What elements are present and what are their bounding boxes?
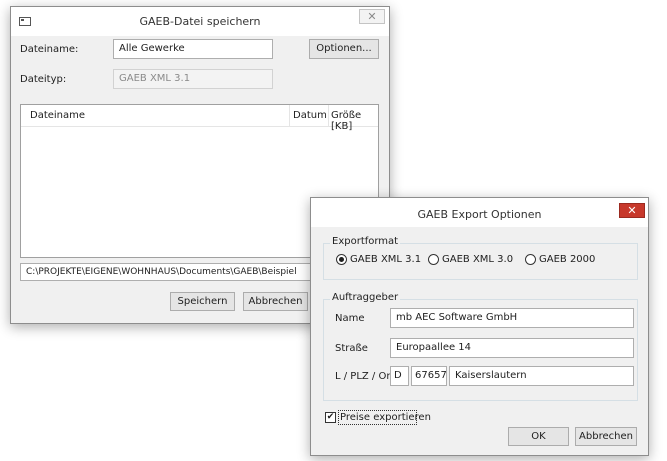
cancel-button[interactable]: Abbrechen [243,292,308,311]
column-header-filename[interactable]: Dateiname [30,110,85,121]
export-dialog-close-button[interactable]: ✕ [619,203,645,218]
radio-gaeb-2000[interactable]: GAEB 2000 [525,254,595,265]
radio-label: GAEB 2000 [539,254,596,265]
export-dialog-titlebar: GAEB Export Optionen ✕ [311,198,648,227]
export-cancel-button[interactable]: Abbrechen [575,427,637,446]
column-divider [289,105,290,126]
save-dialog-close-button[interactable]: ✕ [359,9,385,24]
radio-gaeb-xml-31[interactable]: GAEB XML 3.1 [336,254,421,265]
column-divider [328,105,329,126]
radio-gaeb-xml-30[interactable]: GAEB XML 3.0 [428,254,513,265]
radio-label: GAEB XML 3.1 [350,254,422,265]
radio-label: GAEB XML 3.0 [442,254,514,265]
radio-selected-icon [336,254,347,265]
filename-label: Dateiname: [20,44,79,55]
street-label: Straße [335,343,368,354]
client-group-title: Auftraggeber [330,292,401,303]
street-input[interactable]: Europaallee 14 [390,338,634,358]
filetype-label: Dateityp: [20,74,67,85]
save-dialog-title: GAEB-Datei speichern [139,15,261,28]
filetype-select[interactable]: GAEB XML 3.1 [113,69,273,89]
export-options-dialog: GAEB Export Optionen ✕ Exportformat GAEB… [310,197,649,456]
options-button[interactable]: Optionen... [309,39,379,59]
radio-unselected-icon [525,254,536,265]
export-format-group-title: Exportformat [330,236,401,247]
file-list-header: Dateiname Datum Größe [KB] [21,105,378,132]
export-dialog-title: GAEB Export Optionen [417,208,542,221]
save-button[interactable]: Speichern [170,292,235,311]
location-label: L / PLZ / Ort [335,371,395,382]
filename-input[interactable]: Alle Gewerke [113,39,273,59]
zip-input[interactable]: 67657 [411,366,447,386]
name-label: Name [335,313,365,324]
save-dialog-titlebar: GAEB-Datei speichern ✕ [11,7,389,36]
export-prices-checkbox[interactable]: ✔ [325,412,336,423]
column-header-size[interactable]: Größe [KB] [331,110,378,132]
ok-button[interactable]: OK [508,427,569,446]
name-input[interactable]: mb AEC Software GmbH [390,308,634,328]
column-header-date[interactable]: Datum [293,110,327,121]
radio-unselected-icon [428,254,439,265]
country-input[interactable]: D [390,366,409,386]
export-prices-label[interactable]: Preise exportieren [340,412,431,423]
city-input[interactable]: Kaiserslautern [449,366,634,386]
